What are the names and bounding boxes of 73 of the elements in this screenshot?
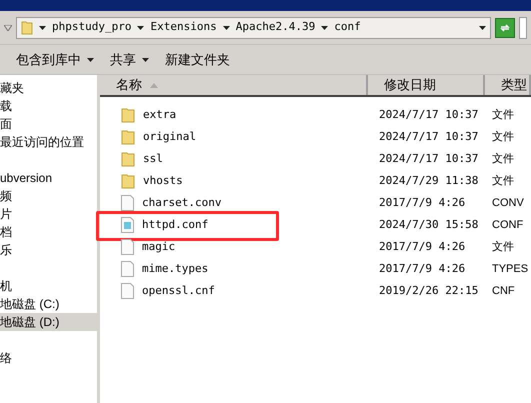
file-icon <box>121 217 134 233</box>
nav-item[interactable]: 地磁盘 (D:) <box>0 313 97 331</box>
nav-item[interactable]: 络 <box>0 349 97 367</box>
file-icon <box>121 239 134 255</box>
column-header[interactable]: 类型 <box>485 75 531 95</box>
type-cell-text: 文件 <box>491 130 514 145</box>
column-header[interactable]: 名称 <box>100 75 368 95</box>
file-name[interactable]: original <box>143 128 196 146</box>
file-name[interactable]: vhosts <box>143 172 183 190</box>
toolbar-button[interactable]: 共享 <box>110 50 149 70</box>
nav-item[interactable]: 藏夹 <box>0 79 97 97</box>
type-cell-text: 文件 <box>491 108 514 123</box>
file-icon <box>121 195 134 211</box>
breadcrumb[interactable]: phpstudy_pro <box>52 19 132 36</box>
refresh-icon <box>499 22 511 34</box>
folder-icon <box>121 174 135 188</box>
type-cell-text: CONV <box>491 196 524 211</box>
caret-icon <box>87 58 94 62</box>
file-name[interactable]: httpd.conf <box>142 216 208 234</box>
nav-item[interactable]: 频 <box>0 187 97 205</box>
date-cell-text: 2017/7/9 4:26 <box>378 238 466 255</box>
date-cell-text: 2024/7/29 11:38 <box>378 172 480 189</box>
nav-item[interactable]: 面 <box>0 115 97 133</box>
folder-icon <box>121 152 135 166</box>
breadcrumb[interactable]: Apache2.4.39 <box>236 19 316 36</box>
toolbar-button[interactable]: 新建文件夹 <box>165 50 230 70</box>
type-cell-text: 文件 <box>491 240 514 255</box>
refresh-button[interactable] <box>495 18 515 38</box>
nav-item[interactable]: 乐 <box>0 241 97 259</box>
caret-icon <box>222 26 230 30</box>
toolbar-button[interactable]: 包含到库中 <box>16 50 94 70</box>
file-icon <box>121 283 134 299</box>
type-cell-text: CNF <box>491 284 515 299</box>
file-name[interactable]: openssl.cnf <box>142 282 215 300</box>
nav-item[interactable]: 档 <box>0 223 97 241</box>
nav-item[interactable]: 载 <box>0 97 97 115</box>
caret-icon <box>39 26 46 30</box>
file-icon <box>121 261 134 277</box>
search-field[interactable] <box>519 16 527 38</box>
nav-item[interactable]: 机 <box>0 277 97 295</box>
type-cell-text: 文件 <box>491 152 514 167</box>
nav-item[interactable]: ubversion <box>0 169 97 187</box>
caret-icon <box>137 26 144 30</box>
caret-icon <box>479 26 486 30</box>
dropdown-arrow-icon <box>4 24 12 30</box>
type-cell-text: 文件 <box>491 174 514 189</box>
type-cell-text: TYPES <box>491 262 528 277</box>
column-header[interactable]: 修改日期 <box>368 75 485 95</box>
file-name[interactable]: mime.types <box>142 260 208 278</box>
type-cell-text: CONF <box>491 218 524 233</box>
breadcrumb[interactable]: conf <box>334 19 361 36</box>
file-name[interactable]: magic <box>142 238 176 256</box>
nav-item[interactable]: 片 <box>0 205 97 223</box>
caret-icon <box>142 58 149 62</box>
date-cell-text: 2024/7/30 15:58 <box>378 216 480 233</box>
nav-item[interactable]: 最近访问的位置 <box>0 133 97 151</box>
file-name[interactable]: extra <box>143 106 176 124</box>
date-cell-text: 2017/7/9 4:26 <box>378 260 466 277</box>
address-bar[interactable]: phpstudy_pro Extensions Apache2.4.39 conf <box>16 16 491 38</box>
file-name[interactable]: ssl <box>143 150 163 168</box>
breadcrumb[interactable]: Extensions <box>150 19 217 36</box>
date-cell-text: 2024/7/17 10:37 <box>378 128 480 145</box>
caret-icon <box>321 26 328 30</box>
folder-icon <box>121 130 135 144</box>
folder-icon <box>121 108 135 122</box>
date-cell-text: 2024/7/17 10:37 <box>378 106 480 123</box>
nav-item[interactable]: 地磁盘 (C:) <box>0 295 97 313</box>
folder-icon <box>21 20 33 34</box>
file-name[interactable]: charset.conv <box>142 194 222 212</box>
sort-up-icon <box>150 82 158 88</box>
date-cell-text: 2017/7/9 4:26 <box>378 194 466 211</box>
date-cell-text: 2019/2/26 22:15 <box>378 282 480 299</box>
date-cell-text: 2024/7/17 10:37 <box>378 150 480 167</box>
